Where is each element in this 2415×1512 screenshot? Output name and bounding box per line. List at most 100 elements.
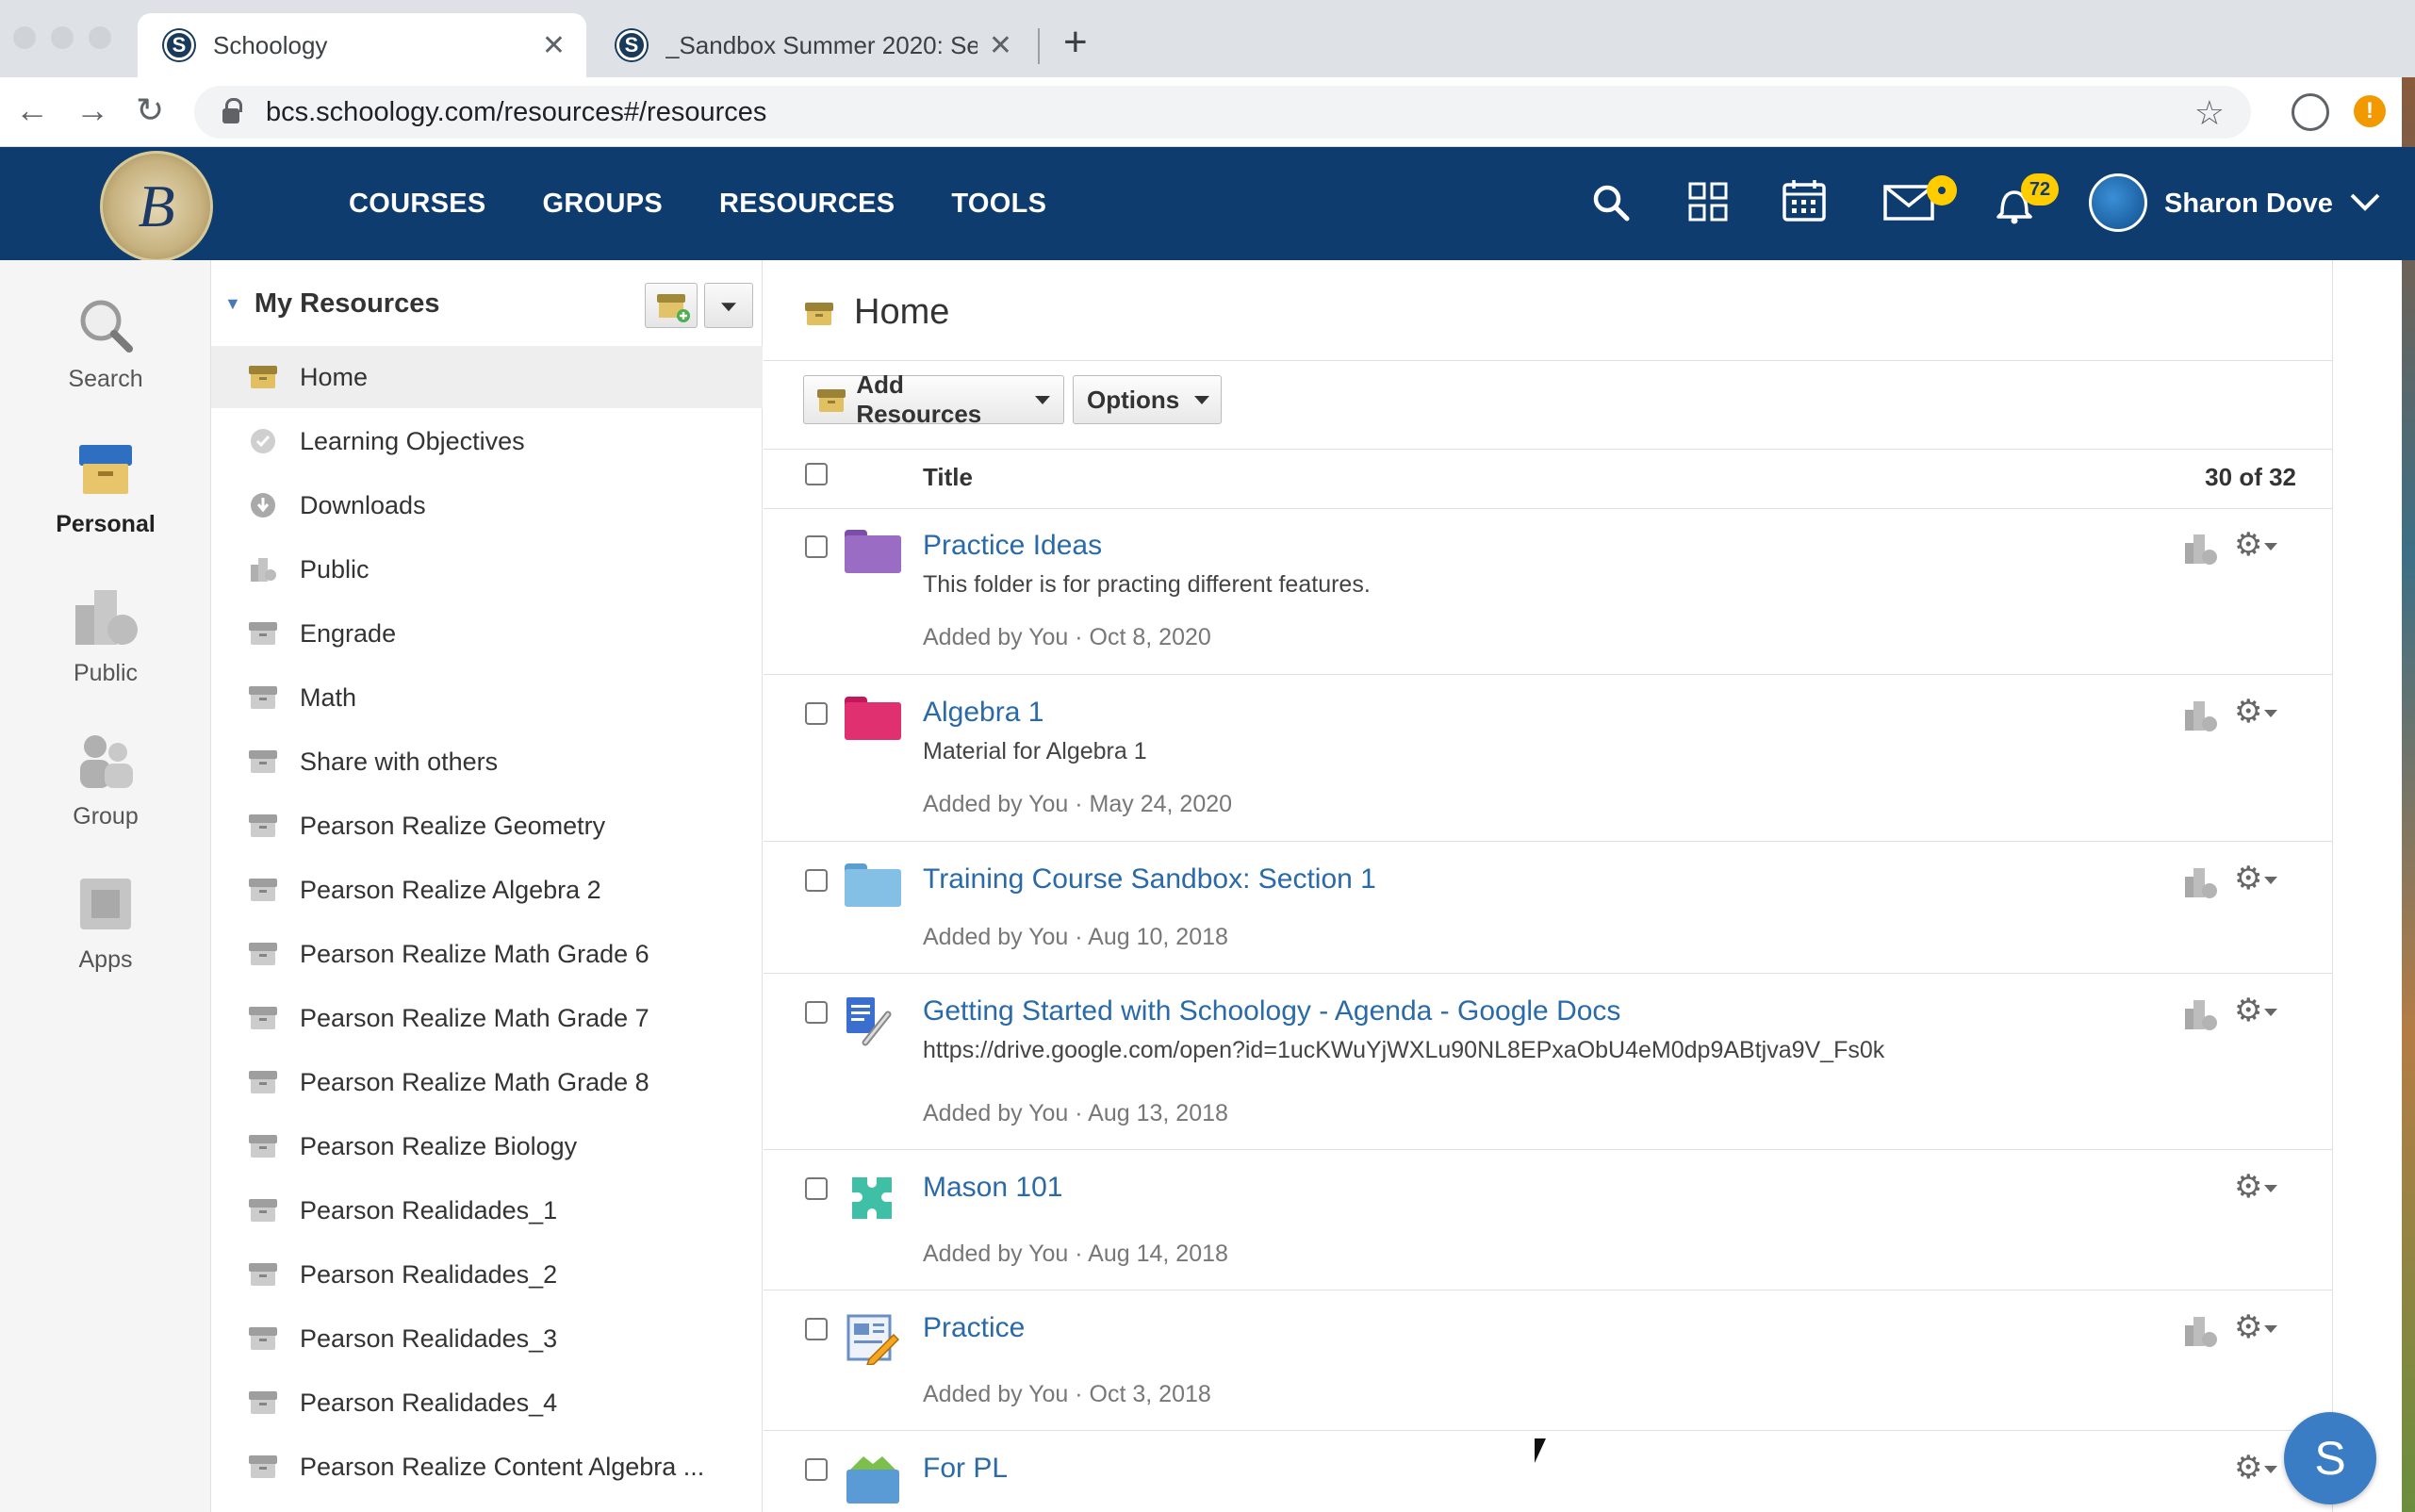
- resource-title-link[interactable]: Training Course Sandbox: Section 1: [923, 863, 1376, 896]
- gear-icon[interactable]: ⚙: [2234, 1449, 2278, 1487]
- select-all-checkbox[interactable]: [805, 463, 828, 485]
- gear-icon[interactable]: ⚙: [2234, 860, 2278, 897]
- resource-description: https://drive.google.com/open?id=1ucKWuY…: [923, 1037, 1885, 1063]
- new-tab-button[interactable]: +: [1063, 19, 1088, 66]
- rail-item-label: Public: [73, 660, 139, 686]
- collection-box-icon: [249, 1004, 277, 1032]
- apps-grid-icon[interactable]: [1687, 181, 1729, 222]
- add-resources-button[interactable]: Add Resources: [803, 370, 1064, 428]
- folder-purple-icon: [845, 530, 901, 579]
- tree-item-label: Pearson Realidades_4: [300, 1388, 558, 1417]
- resource-title-link[interactable]: Algebra 1: [923, 697, 1043, 729]
- shared-public-icon[interactable]: [2183, 532, 2219, 567]
- schoology-help-button[interactable]: S: [2284, 1412, 2376, 1504]
- tree-item[interactable]: Math: [211, 666, 763, 729]
- tree-item[interactable]: Pearson Realize Math Grade 7: [211, 987, 763, 1049]
- address-bar[interactable]: bcs.schoology.com/resources#/resources ☆: [194, 86, 2251, 139]
- back-arrow-icon[interactable]: ←: [15, 90, 49, 130]
- tree-heading[interactable]: ▼ My Resources: [224, 288, 439, 320]
- bookmark-star-icon[interactable]: ☆: [2194, 93, 2225, 133]
- row-checkbox[interactable]: [805, 702, 828, 725]
- tab-title: Schoology: [213, 30, 328, 59]
- resource-row: Algebra 1 Material for Algebra 1 Added by …: [764, 676, 2333, 842]
- tree-item[interactable]: Pearson Realidades_2: [211, 1243, 763, 1306]
- tree-item[interactable]: Pearson Realize Math Grade 8: [211, 1051, 763, 1113]
- tab-close-icon[interactable]: ✕: [542, 29, 566, 62]
- rail-item-personal[interactable]: Personal: [0, 439, 211, 538]
- row-checkbox[interactable]: [805, 1177, 828, 1200]
- forward-arrow-icon[interactable]: →: [75, 90, 109, 130]
- row-checkbox[interactable]: [805, 869, 828, 892]
- browser-profile-icon[interactable]: [2292, 93, 2329, 131]
- url-text: bcs.schoology.com/resources#/resources: [266, 96, 767, 127]
- reload-icon[interactable]: ↻: [136, 90, 164, 130]
- chevron-down-icon[interactable]: [2349, 181, 2381, 221]
- tab-close-icon[interactable]: ✕: [989, 29, 1012, 62]
- tree-item[interactable]: Pearson Realize Algebra 2: [211, 859, 763, 921]
- tree-item-label: Pearson Realize Content Algebra ...: [300, 1452, 705, 1481]
- nav-courses[interactable]: COURSES: [349, 189, 486, 220]
- window-zoom-dot[interactable]: [89, 26, 111, 49]
- gear-icon[interactable]: ⚙: [2234, 1168, 2278, 1206]
- resource-title-link[interactable]: Practice Ideas: [923, 530, 1102, 562]
- shared-public-icon[interactable]: [2183, 698, 2219, 734]
- tree-item-label: Pearson Realize Math Grade 7: [300, 1003, 649, 1032]
- title-column-header[interactable]: Title: [923, 463, 973, 492]
- row-checkbox[interactable]: [805, 1318, 828, 1340]
- rail-item-search[interactable]: Search: [0, 296, 211, 393]
- resource-title-link[interactable]: Practice: [923, 1312, 1025, 1344]
- gear-icon[interactable]: ⚙: [2234, 992, 2278, 1029]
- tree-item[interactable]: Pearson Realidades_1: [211, 1179, 763, 1241]
- collection-box-icon: [249, 876, 277, 904]
- add-collection-button[interactable]: [645, 283, 698, 328]
- browser-tab-sandbox[interactable]: S _Sandbox Summer 2020: Secti ✕: [603, 13, 1033, 77]
- tree-item[interactable]: Share with others: [211, 731, 763, 793]
- tree-item[interactable]: Learning Objectives: [211, 410, 763, 472]
- gear-icon[interactable]: ⚙: [2234, 693, 2278, 731]
- resource-title-link[interactable]: Mason 101: [923, 1172, 1062, 1204]
- shared-public-icon[interactable]: [2183, 997, 2219, 1033]
- resource-title-link[interactable]: For PL: [923, 1453, 1008, 1485]
- browser-alert-icon[interactable]: !: [2354, 95, 2386, 127]
- search-icon[interactable]: [1591, 183, 1631, 222]
- rail-item-public[interactable]: Public: [0, 584, 211, 687]
- tree-item[interactable]: Downloads: [211, 474, 763, 536]
- collapse-triangle-icon[interactable]: ▼: [224, 294, 241, 314]
- options-button[interactable]: Options: [1073, 375, 1222, 424]
- tree-item[interactable]: Engrade: [211, 602, 763, 665]
- row-checkbox[interactable]: [805, 1458, 828, 1481]
- tree-item[interactable]: Public: [211, 538, 763, 600]
- collection-menu-dropdown[interactable]: [704, 283, 753, 328]
- window-close-dot[interactable]: [13, 26, 36, 49]
- shared-public-icon[interactable]: [2183, 865, 2219, 901]
- tree-item[interactable]: Pearson Realize Math Grade 6: [211, 923, 763, 985]
- window-minimize-dot[interactable]: [51, 26, 74, 49]
- tree-item[interactable]: Pearson Realize Geometry: [211, 795, 763, 857]
- public-buildings-icon: [75, 590, 138, 645]
- resource-title-link[interactable]: Getting Started with Schoology - Agenda …: [923, 995, 1620, 1027]
- shared-public-icon[interactable]: [2183, 1314, 2219, 1350]
- resource-meta: Added by You · Aug 10, 2018: [923, 924, 1228, 950]
- nav-resources[interactable]: RESOURCES: [719, 189, 895, 220]
- gear-icon[interactable]: ⚙: [2234, 526, 2278, 564]
- tree-item[interactable]: Pearson Realize Biology: [211, 1115, 763, 1177]
- rail-item-group[interactable]: Group: [0, 730, 211, 830]
- row-checkbox[interactable]: [805, 535, 828, 558]
- nav-groups[interactable]: GROUPS: [543, 189, 664, 220]
- rail-item-label: Apps: [78, 946, 133, 973]
- avatar[interactable]: [2089, 173, 2147, 232]
- school-logo[interactable]: B: [100, 151, 213, 262]
- tree-item[interactable]: Pearson Realidades_3: [211, 1307, 763, 1370]
- tree-item[interactable]: Pearson Realidades_4: [211, 1372, 763, 1434]
- tree-item[interactable]: Pearson Realize Content Algebra ...: [211, 1436, 763, 1498]
- collection-box-icon: [249, 1453, 277, 1481]
- browser-tab-schoology[interactable]: S Schoology ✕: [138, 13, 586, 77]
- collection-box-icon: [249, 1196, 277, 1224]
- nav-tools[interactable]: TOOLS: [951, 189, 1046, 220]
- gear-icon[interactable]: ⚙: [2234, 1308, 2278, 1346]
- rail-item-apps[interactable]: Apps: [0, 873, 211, 974]
- tree-item[interactable]: Home: [211, 346, 763, 408]
- row-checkbox[interactable]: [805, 1001, 828, 1024]
- user-name[interactable]: Sharon Dove: [2164, 189, 2333, 220]
- calendar-icon[interactable]: [1782, 177, 1827, 222]
